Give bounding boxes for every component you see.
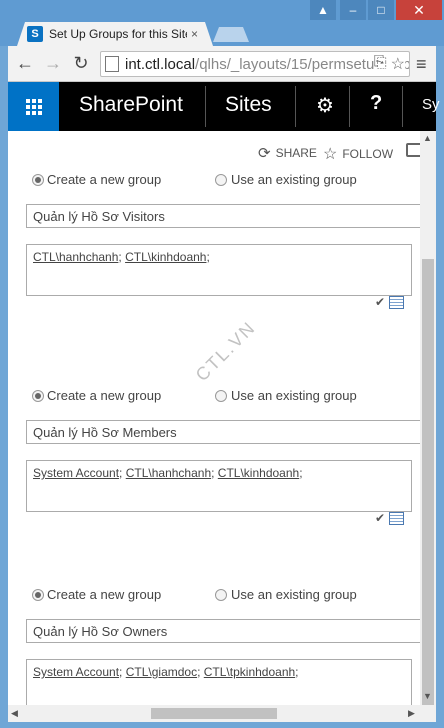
close-window-button[interactable]: ✕ — [396, 0, 442, 20]
waffle-icon — [25, 98, 42, 115]
member-entry[interactable]: System Account — [33, 466, 119, 480]
scroll-right-icon[interactable]: ▶ — [408, 708, 415, 719]
member-entry[interactable]: CTL\hanhchanh — [126, 466, 211, 480]
visitors-group-name-input[interactable]: Quản lý Hồ Sơ Visitors — [26, 204, 420, 228]
scroll-up-icon[interactable]: ▲ — [423, 133, 432, 143]
window-titlebar: ▲ – □ ✕ S Set Up Groups for this Site × — [0, 0, 444, 46]
share-icon: ⟳ — [258, 145, 271, 162]
share-label: SHARE — [275, 146, 317, 160]
tab-title: Set Up Groups for this Site — [49, 27, 187, 41]
member-entry[interactable]: CTL\giamdoc — [126, 665, 197, 679]
user-account-button[interactable]: ▲ — [310, 0, 336, 20]
divider — [295, 86, 296, 127]
scroll-left-icon[interactable]: ◀ — [11, 708, 18, 719]
watermark: CTL.VN — [191, 317, 260, 386]
focus-on-content-icon[interactable] — [406, 143, 420, 157]
sharepoint-brand[interactable]: SharePoint — [79, 93, 183, 117]
radio-create-new-owners[interactable] — [32, 589, 44, 601]
browser-menu-icon[interactable]: ≡ — [416, 54, 427, 75]
visitors-people-picker[interactable]: CTL\hanhchanh; CTL\kinhdoanh; — [26, 244, 412, 296]
sharepoint-favicon-icon: S — [27, 26, 43, 42]
scroll-down-icon[interactable]: ▼ — [423, 691, 432, 701]
share-button[interactable]: ⟳ SHARE — [258, 144, 317, 162]
follow-label: FOLLOW — [342, 147, 394, 161]
close-tab-icon[interactable]: × — [191, 27, 198, 41]
sites-link[interactable]: Sites — [225, 93, 272, 117]
owners-people-picker[interactable]: System Account; CTL\giamdoc; CTL\tpkinhd… — [26, 659, 412, 705]
suite-bar: SharePoint Sites ⚙ ? Sy — [8, 82, 440, 131]
page-icon — [105, 56, 119, 72]
horizontal-scroll-thumb[interactable] — [151, 708, 277, 719]
divider — [349, 86, 350, 127]
member-entry[interactable]: System Account — [33, 665, 119, 679]
reload-icon[interactable]: ↻ — [70, 52, 92, 74]
radio-label: Create a new group — [47, 587, 162, 602]
divider — [205, 86, 206, 127]
window-frame-bottom — [0, 722, 444, 728]
radio-label: Create a new group — [47, 172, 162, 187]
vertical-scrollbar[interactable]: ▲ ▼ — [420, 131, 436, 709]
follow-star-icon: ☆ — [323, 146, 338, 163]
radio-label: Create a new group — [47, 388, 162, 403]
browser-tab[interactable]: S Set Up Groups for this Site × — [17, 22, 213, 46]
browse-directory-icon[interactable] — [389, 511, 405, 525]
radio-create-new-members[interactable] — [32, 390, 44, 402]
members-group-name-input[interactable]: Quản lý Hồ Sơ Members — [26, 420, 420, 444]
translate-icon[interactable]: ⎘ — [374, 54, 387, 74]
member-entry[interactable]: CTL\kinhdoanh — [218, 466, 299, 480]
check-names-icon[interactable]: ✔ — [375, 511, 385, 525]
radio-use-existing-members[interactable] — [215, 390, 227, 402]
bookmark-star-icon[interactable]: ☆ — [391, 54, 405, 74]
horizontal-scrollbar[interactable]: ◀ ▶ — [8, 705, 436, 722]
radio-use-existing-visitors[interactable] — [215, 174, 227, 186]
maximize-button[interactable]: □ — [368, 0, 394, 20]
url-host: int.ctl.local — [125, 55, 196, 73]
user-menu[interactable]: Sy — [422, 96, 440, 113]
app-launcher-button[interactable] — [8, 82, 59, 131]
check-names-icon[interactable]: ✔ — [375, 295, 385, 309]
member-entry[interactable]: CTL\kinhdoanh — [125, 250, 206, 264]
radio-create-new-visitors[interactable] — [32, 174, 44, 186]
follow-button[interactable]: ☆ FOLLOW — [323, 144, 393, 164]
radio-label: Use an existing group — [231, 388, 357, 403]
divider — [402, 86, 403, 127]
member-entry[interactable]: CTL\hanhchanh — [33, 250, 118, 264]
vertical-scroll-thumb[interactable] — [422, 259, 434, 709]
members-people-picker[interactable]: System Account; CTL\hanhchanh; CTL\kinhd… — [26, 460, 412, 512]
browser-toolbar: ← → ↻ int.ctl.local /qlhs/_layouts/15/pe… — [8, 46, 436, 82]
minimize-button[interactable]: – — [340, 0, 366, 20]
owners-group-name-input[interactable]: Quản lý Hồ Sơ Owners — [26, 619, 420, 643]
browse-directory-icon[interactable] — [389, 295, 405, 309]
help-icon[interactable]: ? — [370, 92, 382, 115]
new-tab-button[interactable] — [213, 27, 249, 42]
address-bar[interactable]: int.ctl.local /qlhs/_layouts/15/permsetu… — [100, 51, 410, 77]
radio-label: Use an existing group — [231, 587, 357, 602]
forward-icon[interactable]: → — [42, 52, 64, 74]
back-icon[interactable]: ← — [14, 52, 36, 74]
page-content: ⟳ SHARE ☆ FOLLOW Create a new group Use … — [8, 131, 420, 705]
radio-label: Use an existing group — [231, 172, 357, 187]
radio-use-existing-owners[interactable] — [215, 589, 227, 601]
member-entry[interactable]: CTL\tpkinhdoanh — [204, 665, 295, 679]
settings-gear-icon[interactable]: ⚙ — [316, 93, 334, 118]
